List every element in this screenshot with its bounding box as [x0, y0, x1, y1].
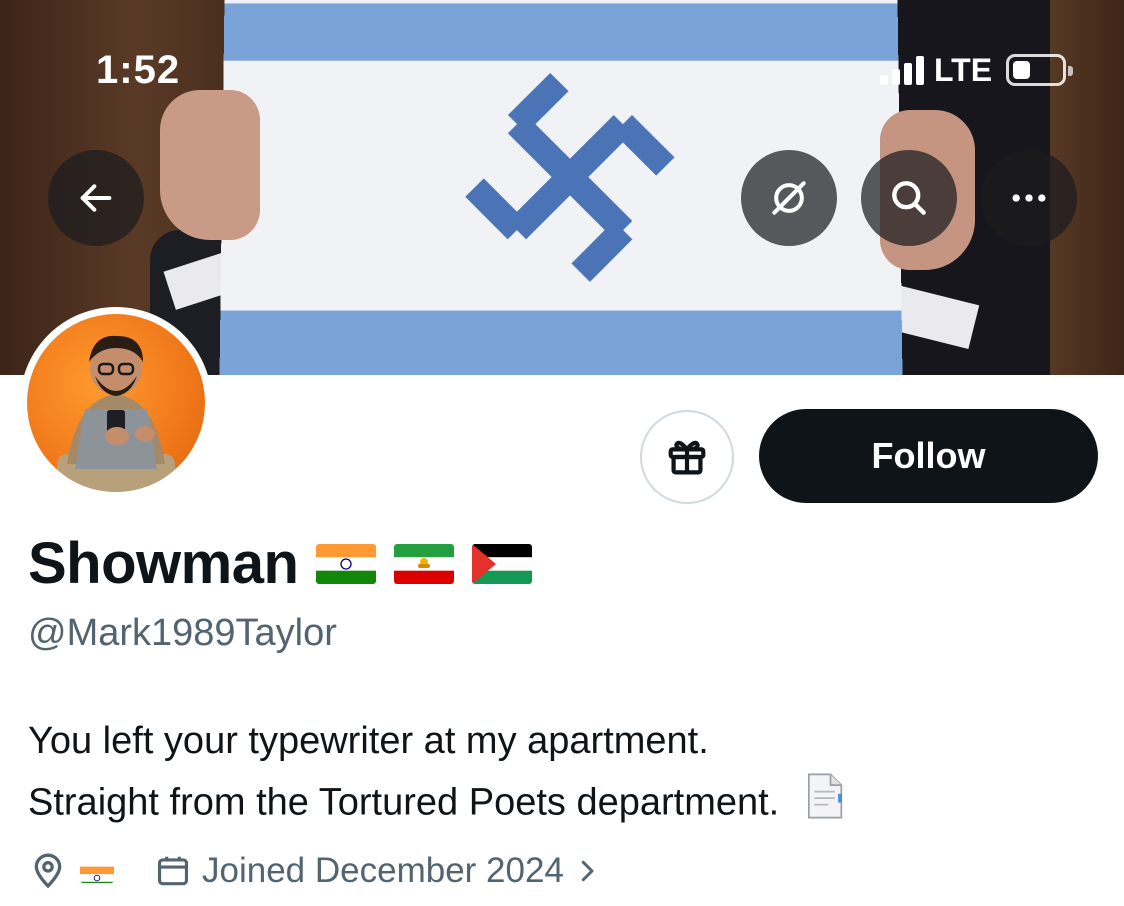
battery-icon — [1006, 54, 1074, 86]
more-horizontal-icon — [1012, 194, 1046, 202]
avatar[interactable] — [20, 307, 212, 499]
joined-date[interactable]: Joined December 2024 — [154, 851, 602, 891]
palestine-flag-icon — [472, 543, 533, 584]
bio: You left your typewriter at my apartment… — [28, 712, 850, 839]
display-name: Showman — [28, 531, 299, 596]
avatar-image — [27, 314, 205, 492]
sign-stripe-top — [223, 3, 899, 61]
calendar-icon — [157, 856, 189, 886]
display-name-row: Showman — [28, 530, 533, 597]
more-button[interactable] — [981, 150, 1077, 246]
follow-button[interactable]: Follow — [759, 409, 1098, 503]
cellular-signal-icon — [880, 55, 924, 85]
india-flag-icon — [316, 543, 377, 584]
location-pin-icon — [34, 853, 62, 889]
banner-hand-left — [160, 90, 260, 240]
iran-lion-sun-flag-icon — [394, 543, 455, 584]
arrow-left-icon — [80, 184, 112, 212]
document-icon — [798, 770, 850, 839]
location-india-flag-icon — [80, 859, 114, 883]
grok-icon — [772, 181, 806, 215]
search-icon — [892, 181, 926, 215]
user-handle: @Mark1989Taylor — [28, 612, 337, 654]
avatar-illustration — [57, 335, 175, 492]
status-indicators: LTE — [880, 51, 1074, 88]
battery-level — [1013, 61, 1031, 79]
location — [28, 851, 114, 891]
bio-line-1: You left your typewriter at my apartment… — [28, 720, 709, 762]
sign-symbol — [460, 73, 681, 283]
chevron-right-icon — [581, 860, 594, 882]
network-type: LTE — [934, 51, 993, 88]
gift-icon — [668, 440, 706, 475]
status-time: 1:52 — [96, 48, 181, 92]
search-button[interactable] — [861, 150, 957, 246]
profile-meta: Joined December 2024 — [28, 845, 602, 897]
grok-button[interactable] — [741, 150, 837, 246]
gift-button[interactable] — [640, 410, 734, 504]
bio-line-2: Straight from the Tortured Poets departm… — [28, 781, 780, 824]
joined-text: Joined December 2024 — [202, 851, 564, 890]
sign-stripe-bottom — [219, 310, 903, 375]
back-button[interactable] — [48, 150, 144, 246]
